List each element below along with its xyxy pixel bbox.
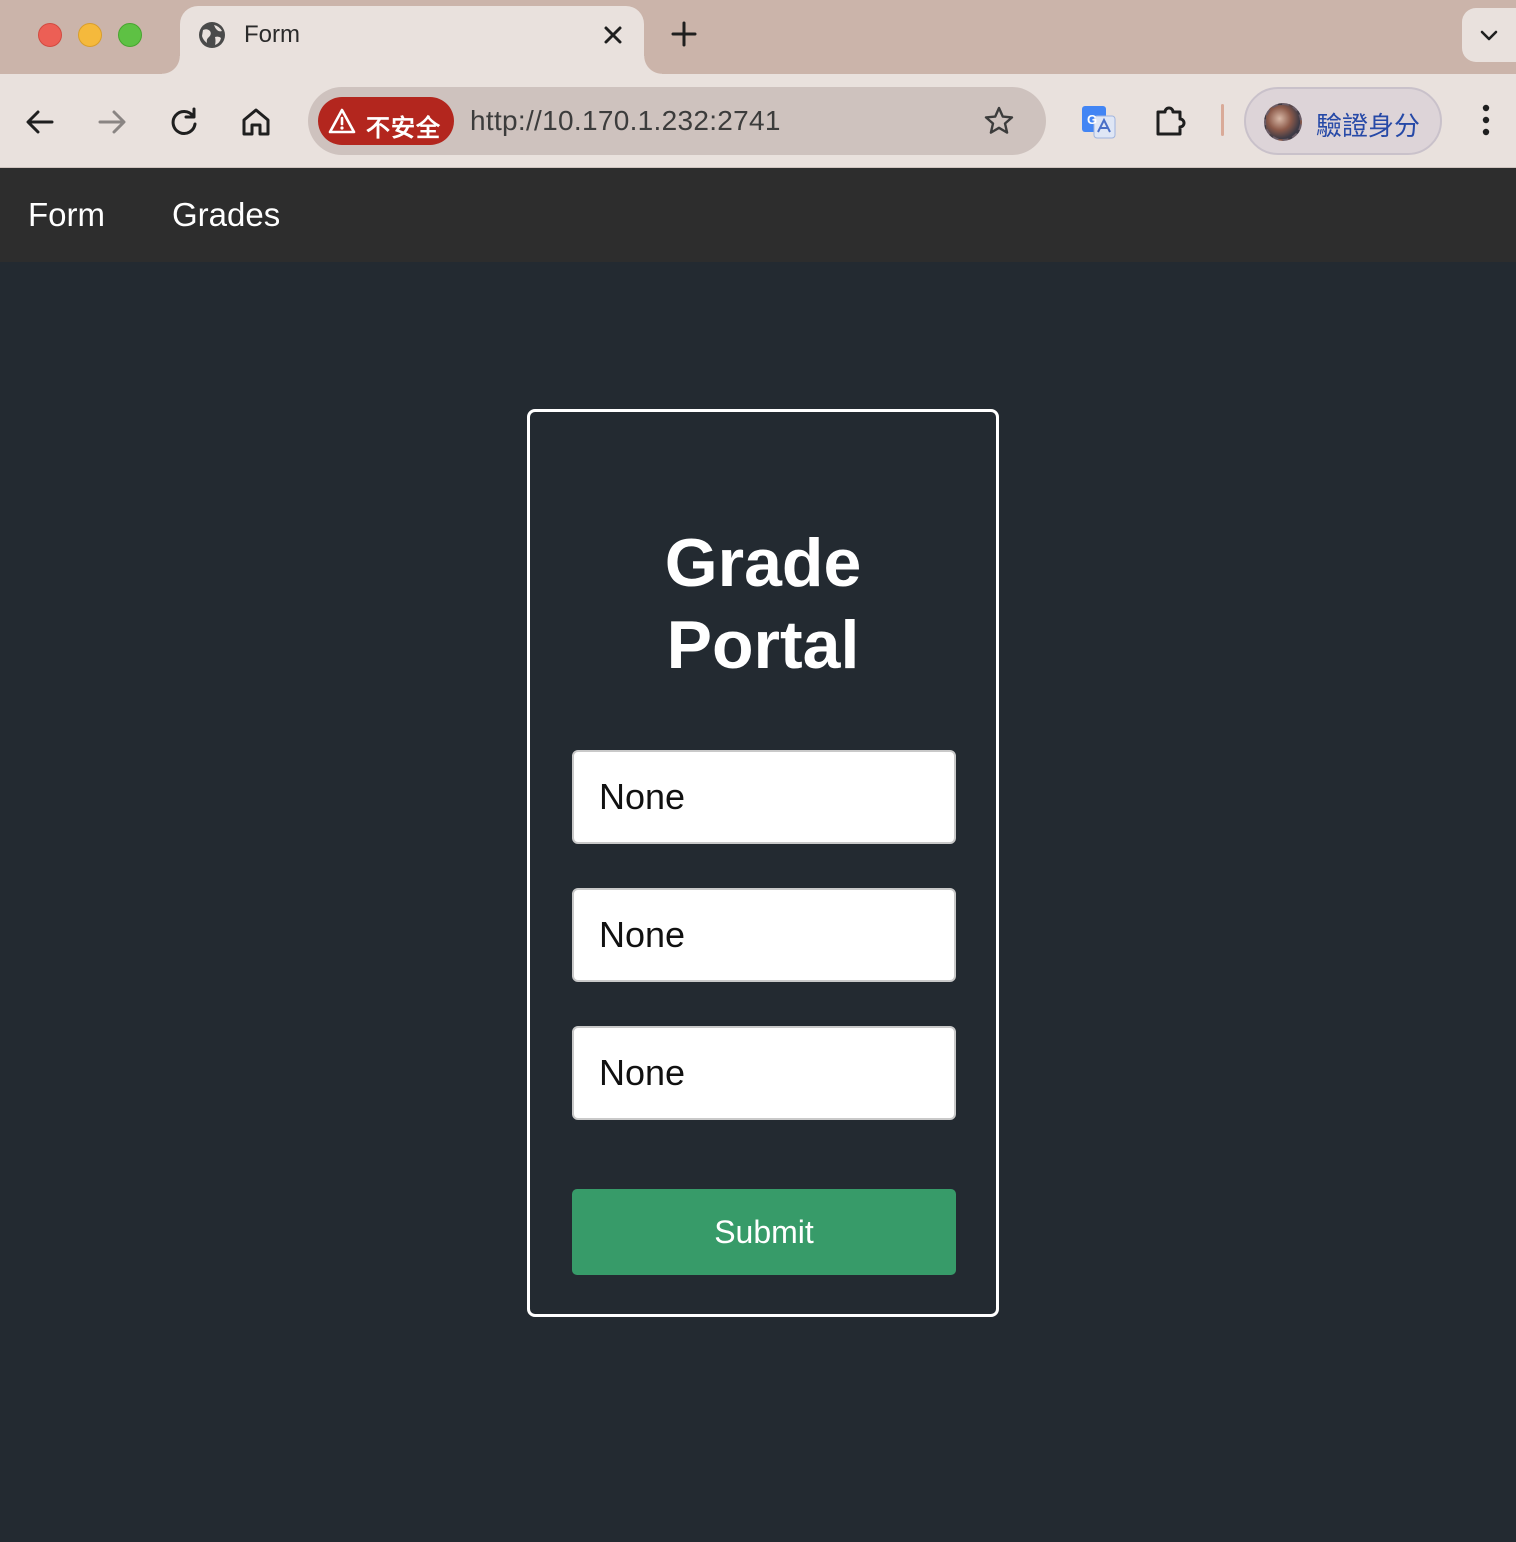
- globe-icon: [199, 22, 225, 48]
- title-line-2: Portal: [666, 607, 860, 683]
- arrow-right-icon: [98, 110, 126, 134]
- home-button[interactable]: [236, 102, 276, 142]
- more-menu-icon[interactable]: [1466, 100, 1506, 140]
- grade-input-3[interactable]: [572, 1026, 956, 1120]
- tab-search-button[interactable]: [1462, 8, 1516, 62]
- close-tab-icon[interactable]: [598, 20, 628, 50]
- svg-text:G: G: [1087, 112, 1097, 127]
- page-title: Grade Portal: [530, 522, 996, 686]
- bookmark-star-icon[interactable]: [982, 104, 1016, 138]
- submit-button[interactable]: Submit: [572, 1189, 956, 1275]
- browser-toolbar: 不安全 http://10.170.1.232:2741 G 驗證身分: [0, 74, 1516, 168]
- site-navbar: Form Grades: [0, 168, 1516, 262]
- grade-input-1[interactable]: [572, 750, 956, 844]
- warning-triangle-icon: [328, 108, 356, 134]
- url-text[interactable]: http://10.170.1.232:2741: [470, 105, 781, 137]
- forward-button[interactable]: [92, 102, 132, 142]
- address-bar[interactable]: 不安全 http://10.170.1.232:2741: [308, 87, 1046, 155]
- maximize-window-button[interactable]: [118, 23, 142, 47]
- grade-input-2[interactable]: [572, 888, 956, 982]
- profile-label: 驗證身分: [1316, 112, 1421, 142]
- puzzle-extension-icon[interactable]: [1150, 100, 1192, 142]
- reload-icon: [171, 107, 197, 135]
- nav-link-grades[interactable]: Grades: [172, 196, 280, 234]
- tab-strip: Form: [0, 0, 1516, 74]
- reload-button[interactable]: [164, 102, 204, 142]
- home-icon: [242, 108, 270, 136]
- avatar: [1264, 103, 1302, 141]
- security-label: 不安全: [366, 114, 441, 142]
- grade-form-card: Grade Portal Submit: [527, 409, 999, 1317]
- back-button[interactable]: [20, 102, 60, 142]
- arrow-left-icon: [26, 110, 54, 134]
- title-line-1: Grade: [664, 525, 862, 601]
- close-window-button[interactable]: [38, 23, 62, 47]
- chevron-down-icon: [1480, 30, 1498, 41]
- new-tab-plus-icon[interactable]: [668, 18, 700, 50]
- google-translate-icon[interactable]: G: [1078, 102, 1118, 142]
- nav-link-form[interactable]: Form: [28, 196, 105, 234]
- tab-title: Form: [244, 21, 300, 48]
- not-secure-chip[interactable]: 不安全: [318, 97, 454, 145]
- profile-button[interactable]: 驗證身分: [1244, 87, 1442, 155]
- minimize-window-button[interactable]: [78, 23, 102, 47]
- toolbar-divider: [1221, 104, 1224, 136]
- active-tab[interactable]: Form: [162, 6, 662, 74]
